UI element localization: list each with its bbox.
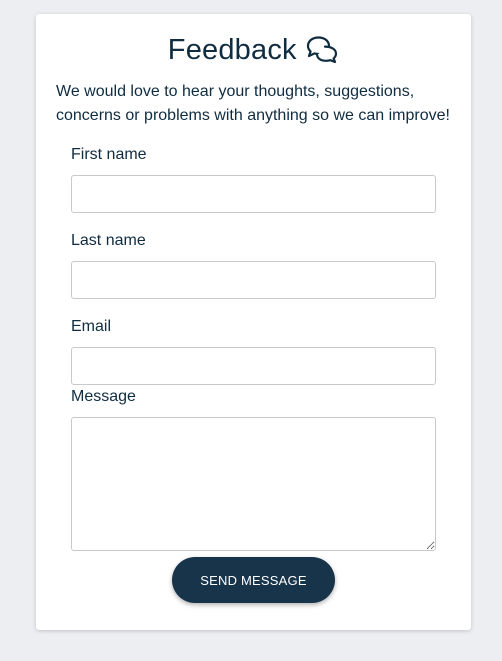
first-name-label: First name xyxy=(71,146,147,163)
last-name-field[interactable] xyxy=(71,261,436,299)
title-row: Feedback xyxy=(36,34,471,70)
page-title: Feedback xyxy=(167,34,297,66)
message-label: Message xyxy=(71,388,136,405)
feedback-card: Feedback We would love to hear your thou… xyxy=(36,14,471,630)
chat-bubbles-icon xyxy=(305,35,339,63)
message-textarea[interactable] xyxy=(71,417,436,551)
email-label: Email xyxy=(71,318,112,335)
send-message-button[interactable]: SEND MESSAGE xyxy=(172,557,335,603)
first-name-field[interactable] xyxy=(71,175,436,213)
intro-text: We would love to hear your thoughts, sug… xyxy=(56,83,450,124)
last-name-label: Last name xyxy=(71,232,146,249)
email-field[interactable] xyxy=(71,347,436,385)
